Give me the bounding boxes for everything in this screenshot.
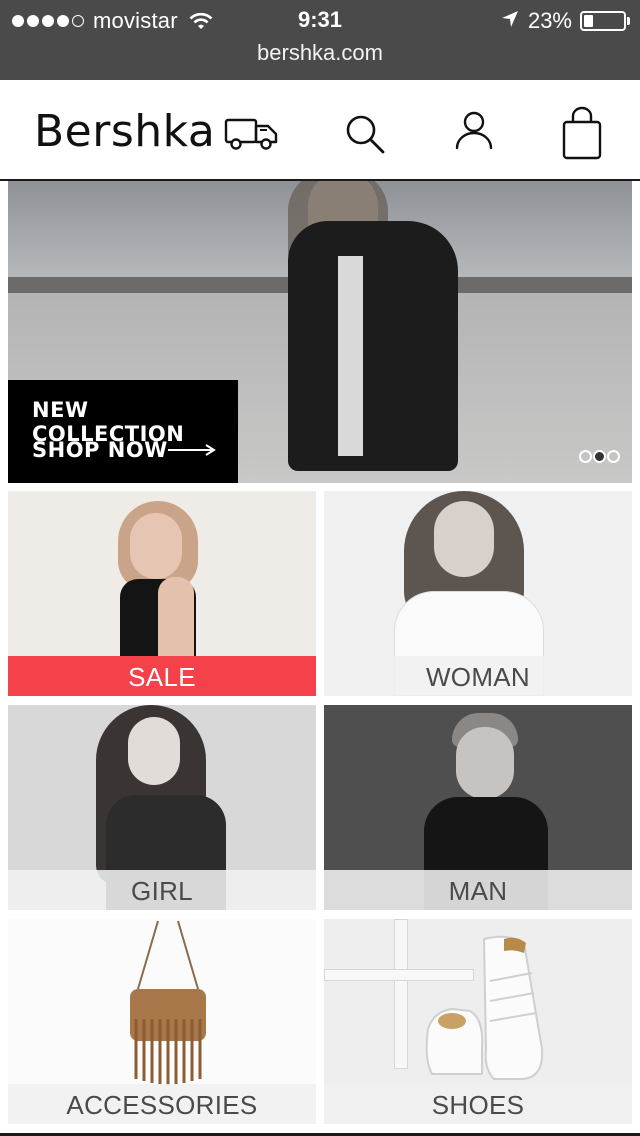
category-tile-woman[interactable]: WOMAN xyxy=(324,491,632,696)
white-pipe xyxy=(394,919,408,1069)
fringe-bag-image xyxy=(130,920,206,1085)
location-arrow-icon xyxy=(500,9,520,34)
battery-area: 23% xyxy=(500,7,630,35)
category-tile-man[interactable]: MAN xyxy=(324,705,632,910)
status-bar: movistar 9:31 23% bershka.com xyxy=(0,0,640,80)
bershka-logo[interactable]: Bershka xyxy=(34,106,215,157)
model-leather-jacket xyxy=(288,221,458,471)
arrow-right-icon xyxy=(168,442,216,461)
model-face xyxy=(456,727,514,799)
model-face xyxy=(130,513,182,579)
url-bar[interactable]: bershka.com xyxy=(0,40,640,66)
search-icon[interactable] xyxy=(343,112,387,161)
user-icon[interactable] xyxy=(454,110,494,157)
battery-cap xyxy=(627,17,630,25)
tile-label-accessories: ACCESSORIES xyxy=(8,1084,316,1124)
category-tile-sale[interactable]: SALE xyxy=(8,491,316,696)
carousel-dot[interactable] xyxy=(607,450,620,463)
model-face xyxy=(434,501,494,577)
category-tile-accessories[interactable]: ACCESSORIES xyxy=(8,919,316,1124)
tile-label-girl: GIRL xyxy=(8,870,316,910)
carousel-indicator[interactable] xyxy=(578,450,620,463)
category-tile-girl[interactable]: GIRL xyxy=(8,705,316,910)
carousel-dot[interactable] xyxy=(593,450,606,463)
tile-label-shoes: SHOES xyxy=(324,1084,632,1124)
tile-label-man: MAN xyxy=(324,870,632,910)
shop-now-link[interactable]: SHOP NOW xyxy=(32,438,168,462)
model-face xyxy=(128,717,180,785)
category-tile-shoes[interactable]: SHOES xyxy=(324,919,632,1124)
hero-banner[interactable]: NEW COLLECTION SHOP NOW xyxy=(8,181,632,483)
battery-percent: 23% xyxy=(527,8,572,33)
truck-icon[interactable] xyxy=(224,116,278,157)
white-sneakers-image xyxy=(425,935,544,1080)
tile-label-woman: WOMAN xyxy=(324,656,632,696)
new-collection-cta[interactable]: NEW COLLECTION SHOP NOW xyxy=(8,380,238,483)
model-shirt xyxy=(338,256,363,456)
battery-fill xyxy=(584,15,593,27)
shopping-bag-icon[interactable] xyxy=(561,106,603,165)
site-header: Bershka xyxy=(0,80,640,181)
carousel-dot[interactable] xyxy=(579,450,592,463)
tile-label-sale: SALE xyxy=(8,656,316,696)
battery-icon xyxy=(580,11,626,31)
